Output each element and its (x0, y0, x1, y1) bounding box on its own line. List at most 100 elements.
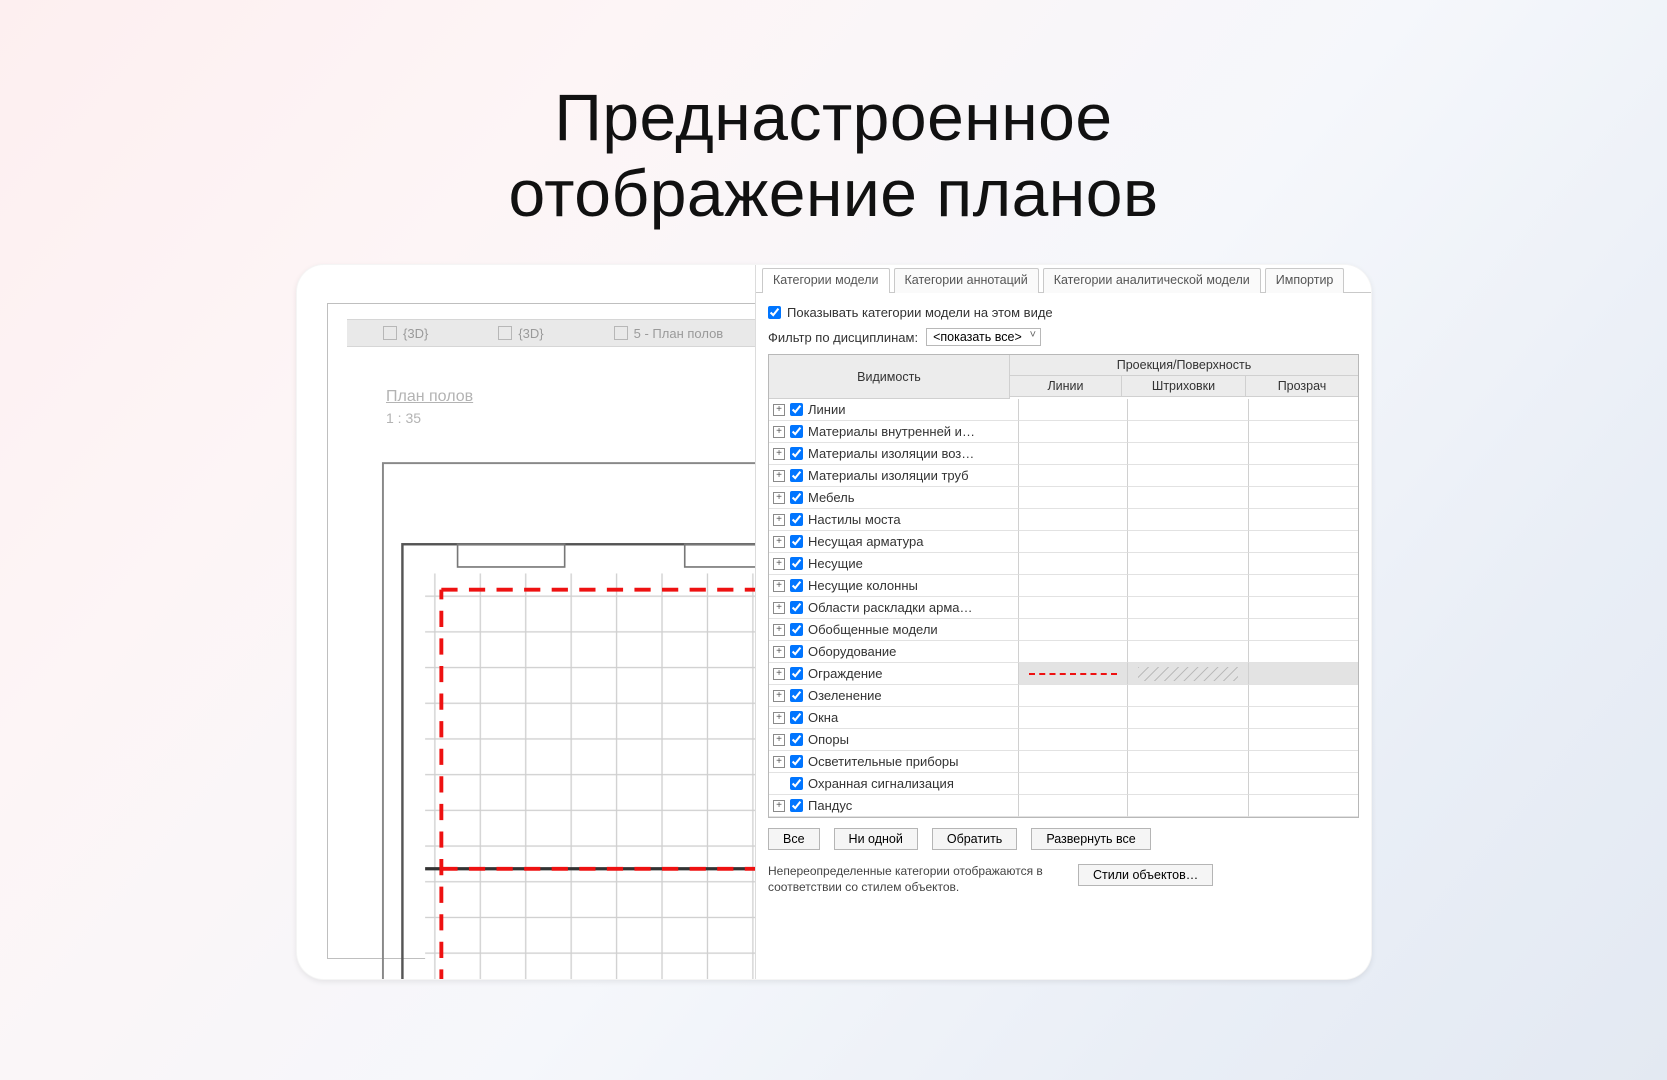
expand-icon[interactable]: + (773, 624, 785, 636)
category-visibility-check[interactable] (790, 777, 803, 790)
cell-lines[interactable] (1019, 553, 1128, 575)
cell-transparency[interactable] (1249, 641, 1358, 663)
discipline-filter-select[interactable]: <показать все> (926, 328, 1041, 346)
cell-hatches[interactable] (1128, 729, 1249, 751)
expand-icon[interactable]: + (773, 448, 785, 460)
category-row[interactable]: +Ограждение (769, 663, 1358, 685)
category-visibility-check[interactable] (790, 711, 803, 724)
cell-lines[interactable] (1019, 685, 1128, 707)
cell-transparency[interactable] (1249, 553, 1358, 575)
category-row[interactable]: +Обобщенные модели (769, 619, 1358, 641)
cell-lines[interactable] (1019, 619, 1128, 641)
expand-icon[interactable]: + (773, 514, 785, 526)
category-row[interactable]: +Настилы моста (769, 509, 1358, 531)
cell-lines[interactable] (1019, 465, 1128, 487)
category-visibility-check[interactable] (790, 799, 803, 812)
category-visibility-check[interactable] (790, 513, 803, 526)
expand-icon[interactable]: + (773, 756, 785, 768)
category-row[interactable]: +Материалы внутренней и… (769, 421, 1358, 443)
cell-transparency[interactable] (1249, 685, 1358, 707)
show-categories-check[interactable]: Показывать категории модели на этом виде (768, 305, 1359, 320)
category-visibility-check[interactable] (790, 667, 803, 680)
cell-transparency[interactable] (1249, 729, 1358, 751)
cell-lines[interactable] (1019, 795, 1128, 817)
category-visibility-check[interactable] (790, 557, 803, 570)
cell-transparency[interactable] (1249, 465, 1358, 487)
cell-lines[interactable] (1019, 487, 1128, 509)
expand-icon[interactable]: + (773, 404, 785, 416)
btn-all[interactable]: Все (768, 828, 820, 850)
category-visibility-check[interactable] (790, 425, 803, 438)
expand-icon[interactable]: + (773, 668, 785, 680)
vg-tab-annotation-categories[interactable]: Категории аннотаций (894, 268, 1039, 293)
category-visibility-check[interactable] (790, 623, 803, 636)
cell-lines[interactable] (1019, 421, 1128, 443)
category-visibility-check[interactable] (790, 469, 803, 482)
category-visibility-check[interactable] (790, 755, 803, 768)
category-visibility-check[interactable] (790, 645, 803, 658)
vg-tab-imported[interactable]: Импортир (1265, 268, 1345, 293)
cell-lines[interactable] (1019, 751, 1128, 773)
cell-hatches[interactable] (1128, 751, 1249, 773)
cell-transparency[interactable] (1249, 487, 1358, 509)
cell-transparency[interactable] (1249, 663, 1358, 685)
cell-lines[interactable] (1019, 509, 1128, 531)
category-visibility-check[interactable] (790, 733, 803, 746)
cell-transparency[interactable] (1249, 773, 1358, 795)
cell-lines[interactable] (1019, 707, 1128, 729)
cell-hatches[interactable] (1128, 531, 1249, 553)
category-visibility-check[interactable] (790, 447, 803, 460)
category-row[interactable]: +Осветительные приборы (769, 751, 1358, 773)
cell-hatches[interactable] (1128, 553, 1249, 575)
expand-icon[interactable]: + (773, 536, 785, 548)
category-row[interactable]: +Материалы изоляции воз… (769, 443, 1358, 465)
expand-icon[interactable]: + (773, 712, 785, 724)
category-row[interactable]: +Пандус (769, 795, 1358, 817)
btn-none[interactable]: Ни одной (834, 828, 918, 850)
cell-transparency[interactable] (1249, 443, 1358, 465)
category-row[interactable]: +Окна (769, 707, 1358, 729)
category-row[interactable]: Охранная сигнализация (769, 773, 1358, 795)
category-visibility-check[interactable] (790, 403, 803, 416)
expand-icon[interactable]: + (773, 558, 785, 570)
cell-hatches[interactable] (1128, 443, 1249, 465)
cell-transparency[interactable] (1249, 421, 1358, 443)
cell-lines[interactable] (1019, 575, 1128, 597)
category-visibility-check[interactable] (790, 601, 803, 614)
expand-icon[interactable]: + (773, 602, 785, 614)
cell-transparency[interactable] (1249, 531, 1358, 553)
cell-hatches[interactable] (1128, 663, 1249, 685)
cell-hatches[interactable] (1128, 641, 1249, 663)
expand-icon[interactable]: + (773, 734, 785, 746)
expand-icon[interactable]: + (773, 580, 785, 592)
cell-hatches[interactable] (1128, 685, 1249, 707)
cell-lines[interactable] (1019, 597, 1128, 619)
vg-tab-model-categories[interactable]: Категории модели (762, 268, 890, 293)
btn-invert[interactable]: Обратить (932, 828, 1017, 850)
category-row[interactable]: +Оборудование (769, 641, 1358, 663)
cell-hatches[interactable] (1128, 795, 1249, 817)
expand-icon[interactable]: + (773, 800, 785, 812)
vg-tab-analytical-categories[interactable]: Категории аналитической модели (1043, 268, 1261, 293)
expand-icon[interactable]: + (773, 690, 785, 702)
cell-hatches[interactable] (1128, 465, 1249, 487)
expand-icon[interactable]: + (773, 426, 785, 438)
show-categories-check-input[interactable] (768, 306, 781, 319)
cell-transparency[interactable] (1249, 707, 1358, 729)
category-row[interactable]: +Озеленение (769, 685, 1358, 707)
cell-hatches[interactable] (1128, 773, 1249, 795)
category-visibility-check[interactable] (790, 535, 803, 548)
cell-lines[interactable] (1019, 531, 1128, 553)
cell-hatches[interactable] (1128, 509, 1249, 531)
cell-hatches[interactable] (1128, 575, 1249, 597)
category-row[interactable]: +Области раскладки арма… (769, 597, 1358, 619)
cell-lines[interactable] (1019, 443, 1128, 465)
btn-expand-all[interactable]: Развернуть все (1031, 828, 1150, 850)
category-visibility-check[interactable] (790, 689, 803, 702)
category-visibility-check[interactable] (790, 491, 803, 504)
cell-hatches[interactable] (1128, 597, 1249, 619)
cell-transparency[interactable] (1249, 575, 1358, 597)
cell-lines[interactable] (1019, 729, 1128, 751)
cell-lines[interactable] (1019, 399, 1128, 421)
expand-icon[interactable]: + (773, 470, 785, 482)
